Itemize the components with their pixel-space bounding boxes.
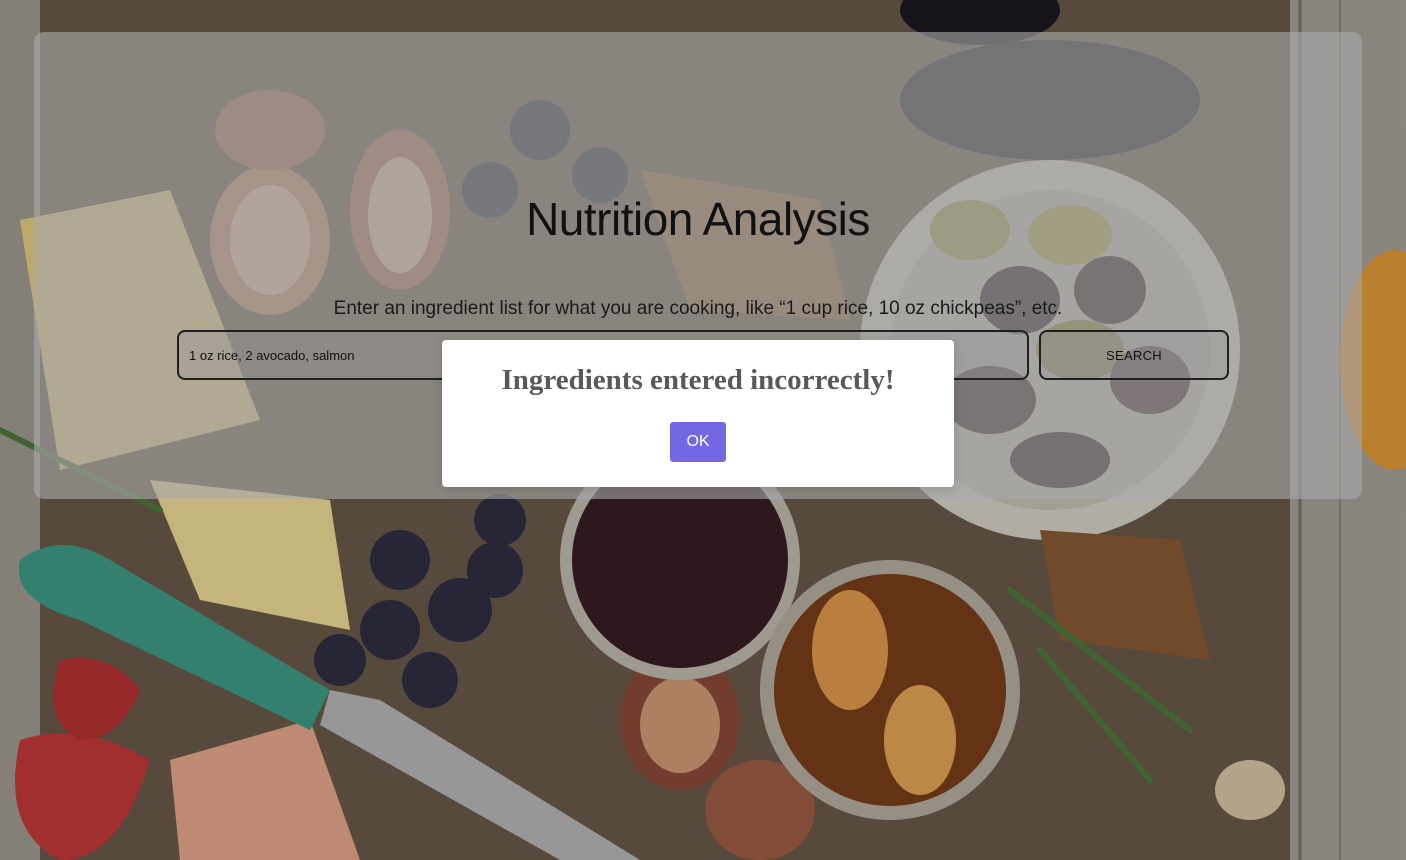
- page-subtitle: Enter an ingredient list for what you ar…: [333, 298, 1063, 319]
- alert-message: Ingredients entered incorrectly!: [501, 364, 895, 396]
- search-button[interactable]: SEARCH: [1039, 330, 1229, 380]
- ok-button[interactable]: OK: [670, 422, 726, 462]
- page-title: Nutrition Analysis: [526, 193, 870, 245]
- alert-dialog: Ingredients entered incorrectly! OK: [442, 340, 954, 487]
